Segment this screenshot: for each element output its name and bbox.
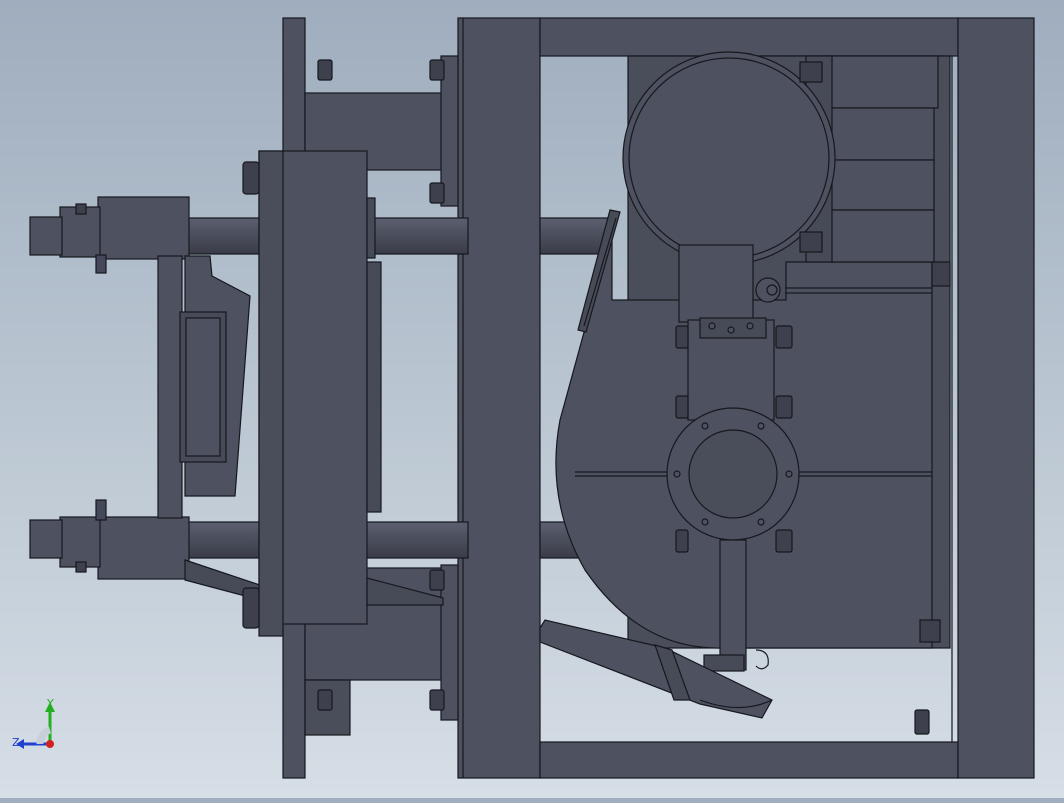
flange xyxy=(666,407,800,541)
bottom-bolts xyxy=(914,709,930,735)
coordinate-triad xyxy=(16,702,55,749)
shaft-column xyxy=(687,317,775,421)
tie-rods xyxy=(187,217,611,559)
triad-z-label: Z xyxy=(12,736,20,749)
cad-graphics-viewport[interactable]: Y Z xyxy=(0,0,1064,798)
triad-y-label: Y xyxy=(47,697,54,710)
cad-assembly-drawing xyxy=(29,17,1035,779)
